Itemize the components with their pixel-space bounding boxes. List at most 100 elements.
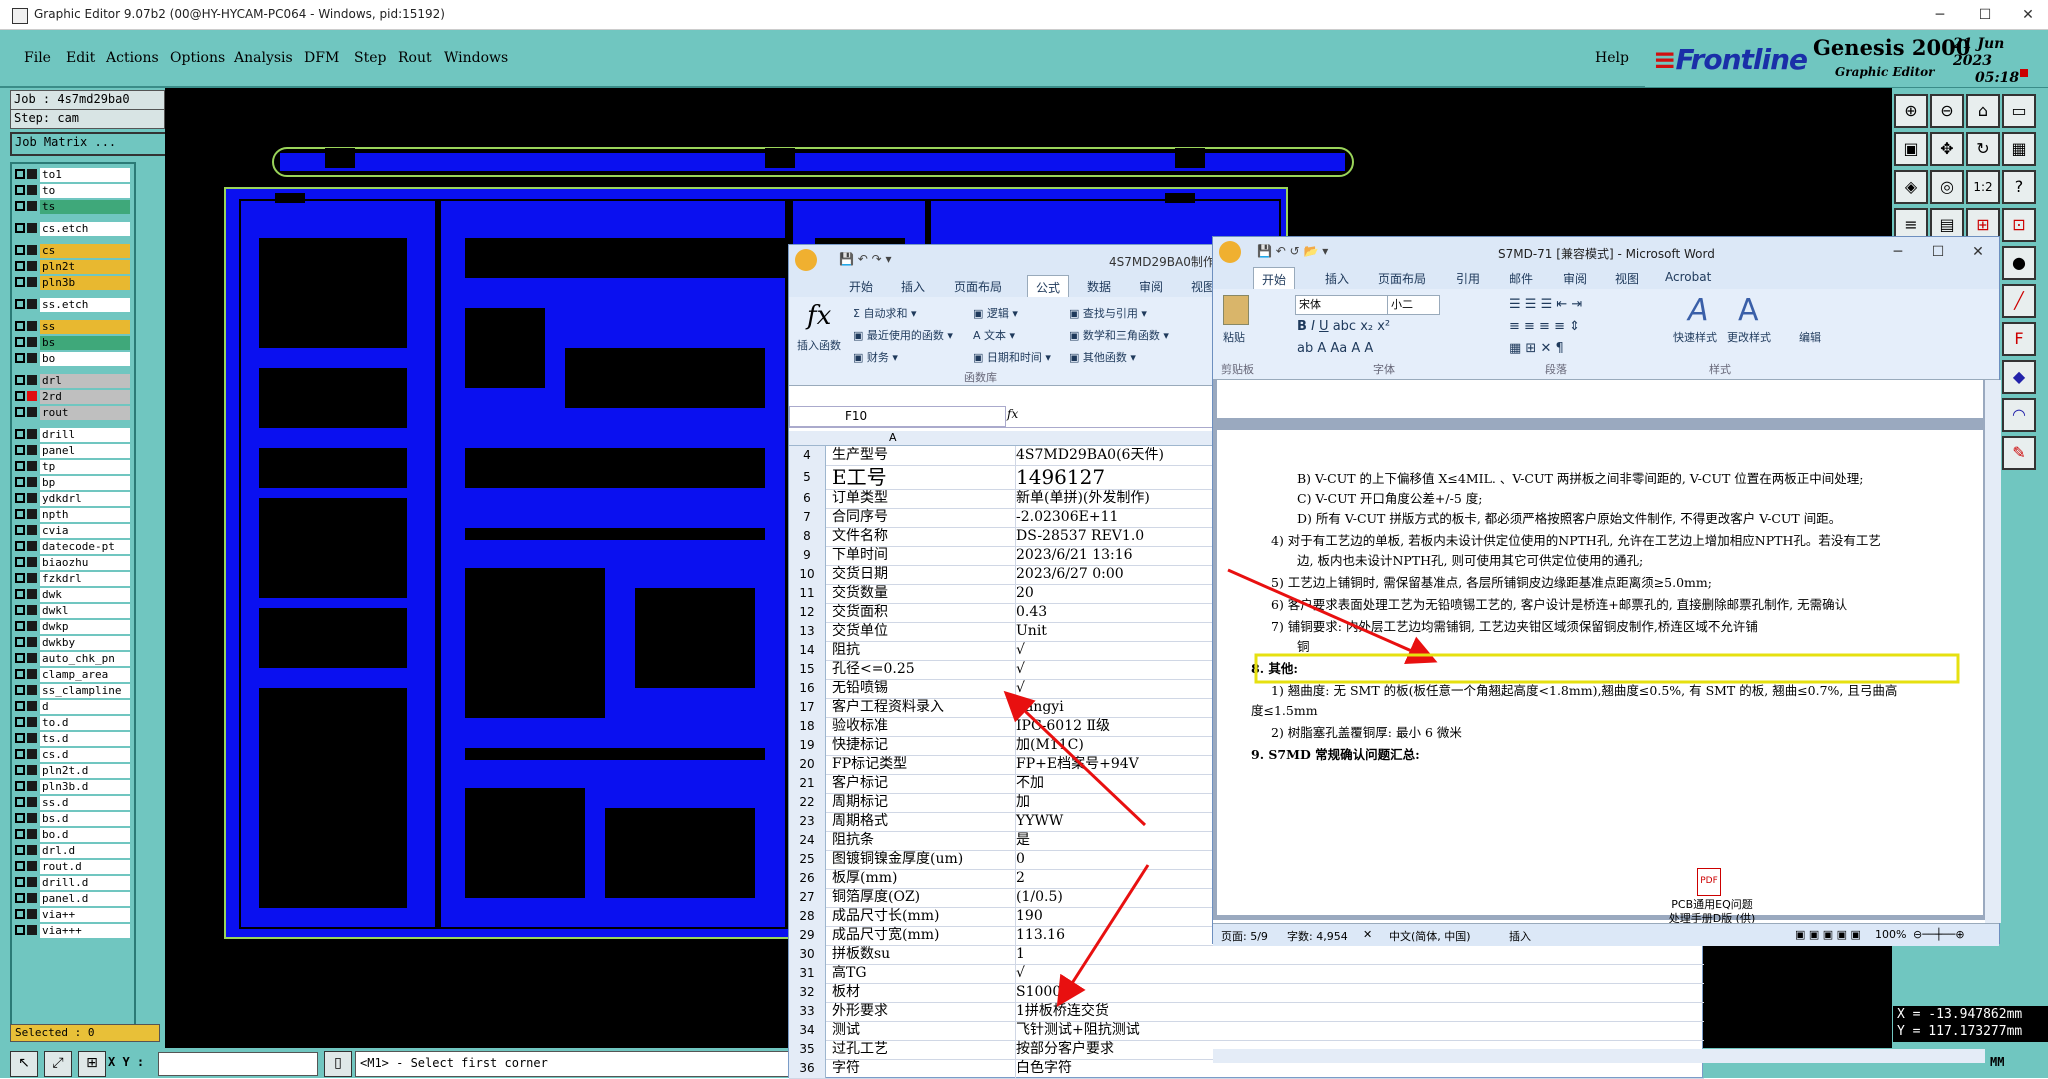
zoom-slider[interactable]: ⊖──┼──⊕ [1913,928,1965,941]
zoom-out-icon[interactable]: ⊖ [1930,94,1964,128]
layer-name[interactable]: bp [40,476,130,490]
layer-name[interactable]: pln3b.d [40,780,130,794]
row-number[interactable]: 5 [789,465,826,489]
row-number[interactable]: 34 [789,1021,826,1040]
datetime-button[interactable]: ▣ 日期和时间 ▾ [973,349,1051,365]
layer-affected-toggle[interactable] [27,337,37,347]
maximize-button[interactable]: ☐ [1965,4,2005,26]
layer-name[interactable]: to [40,184,130,198]
layer-name[interactable]: npth [40,508,130,522]
layer-name[interactable]: 2rd [40,390,130,404]
math-button[interactable]: ▣ 数学和三角函数 ▾ [1069,327,1169,343]
layer-checkbox[interactable] [15,653,25,663]
layer-name[interactable]: ts [40,200,130,214]
cell-label[interactable]: 交货日期 [826,565,1016,584]
tab-mailings[interactable]: 邮件 [1509,270,1533,287]
layer-checkbox[interactable] [15,223,25,233]
row-number[interactable]: 13 [789,622,826,641]
layer-affected-toggle[interactable] [27,605,37,615]
horizontal-scrollbar[interactable] [1213,1049,1985,1063]
layer-checkbox[interactable] [15,925,25,935]
grid-snap-icon[interactable]: ⊞ [78,1051,106,1077]
layer-checkbox[interactable] [15,573,25,583]
cell-label[interactable]: 客户标记 [826,774,1016,793]
row-number[interactable]: 7 [789,508,826,527]
row-number[interactable]: 10 [789,565,826,584]
layer-row[interactable]: drill [15,428,131,442]
fit-icon[interactable]: ▣ [1894,132,1928,166]
row-number[interactable]: 18 [789,717,826,736]
autosum-button[interactable]: Σ 自动求和 ▾ [853,305,916,321]
shapes-icon[interactable]: ◆ [2002,360,2036,394]
layer-affected-toggle[interactable] [27,185,37,195]
vertical-scrollbar[interactable] [1985,380,2001,923]
menu-actions[interactable]: Actions [106,50,159,66]
layer-row[interactable]: datecode-pt [15,540,131,554]
tab-page-layout[interactable]: 页面布局 [954,278,1002,295]
menu-edit[interactable]: Edit [66,50,95,66]
layer-name[interactable]: biaozhu [40,556,130,570]
row-number[interactable]: 27 [789,888,826,907]
layer-name[interactable]: dwk [40,588,130,602]
tab-insert[interactable]: 插入 [1325,270,1349,287]
layer-checkbox[interactable] [15,749,25,759]
window-icon[interactable]: ▭ [2002,94,2036,128]
layer-name[interactable]: panel [40,444,130,458]
row-number[interactable]: 32 [789,983,826,1002]
row-number[interactable]: 28 [789,907,826,926]
layer-checkbox[interactable] [15,621,25,631]
proofing-icon[interactable]: ✕ [1363,928,1372,941]
row-number[interactable]: 24 [789,831,826,850]
table-row[interactable]: 30 拼板数su 1 [789,945,1704,965]
layer-affected-toggle[interactable] [27,733,37,743]
layer-affected-toggle[interactable] [27,429,37,439]
menu-windows[interactable]: Windows [444,50,508,66]
fx-formula-icon[interactable]: fx [1007,407,1018,421]
quick-access-icon[interactable]: 💾 ↶ ↺ 📂 ▾ [1257,244,1328,258]
layer-name[interactable]: bo [40,352,130,366]
layer-affected-toggle[interactable] [27,391,37,401]
layer-checkbox[interactable] [15,557,25,567]
cell-label[interactable]: 成品尺寸宽(mm) [826,926,1016,945]
layer-checkbox[interactable] [15,169,25,179]
layer-affected-toggle[interactable] [27,277,37,287]
tab-formulas[interactable]: 公式 [1027,275,1070,299]
layer-affected-toggle[interactable] [27,925,37,935]
layer-name[interactable]: ss.etch [40,298,130,312]
layer-name[interactable]: ss [40,320,130,334]
layer-name[interactable]: rout.d [40,860,130,874]
cell-label[interactable]: 周期格式 [826,812,1016,831]
row-number[interactable]: 6 [789,489,826,508]
layer-name[interactable]: cs [40,244,130,258]
layer-affected-toggle[interactable] [27,621,37,631]
layer-affected-toggle[interactable] [27,299,37,309]
finance-button[interactable]: ▣ 财务 ▾ [853,349,898,365]
language[interactable]: 中文(简体, 中国) [1389,928,1471,944]
layer-row[interactable]: auto_chk_pn [15,652,131,666]
target-icon[interactable]: ◎ [1930,170,1964,204]
cell-value[interactable]: 飞针测试+阻抗测试 [1010,1021,1706,1040]
font-name-select[interactable]: 宋体 [1295,295,1388,315]
cell-label[interactable]: E工号 [826,465,1016,489]
row-number[interactable]: 11 [789,584,826,603]
layer-name[interactable]: fzkdrl [40,572,130,586]
lookup-button[interactable]: ▣ 查找与引用 ▾ [1069,305,1147,321]
logic-button[interactable]: ▣ 逻辑 ▾ [973,305,1018,321]
layer-affected-toggle[interactable] [27,541,37,551]
layer-row[interactable]: dwkl [15,604,131,618]
tab-data[interactable]: 数据 [1087,278,1111,295]
layer-name[interactable]: rout [40,406,130,420]
attachment-label[interactable]: PCB通用EQ问题 处理手册D版 (供) [1617,898,1807,926]
layer-name[interactable]: drl.d [40,844,130,858]
grid-icon[interactable]: ▦ [2002,132,2036,166]
layer-name[interactable]: pln2t.d [40,764,130,778]
layer-checkbox[interactable] [15,685,25,695]
cell-label[interactable]: 周期标记 [826,793,1016,812]
layer-row[interactable]: via+++ [15,924,131,938]
row-number[interactable]: 4 [789,446,826,465]
cell-label[interactable]: 孔径<=0.25 [826,660,1016,679]
layer-affected-toggle[interactable] [27,717,37,727]
row-number[interactable]: 31 [789,964,826,983]
layer-affected-toggle[interactable] [27,861,37,871]
pdf-icon[interactable]: PDF [1697,868,1721,896]
